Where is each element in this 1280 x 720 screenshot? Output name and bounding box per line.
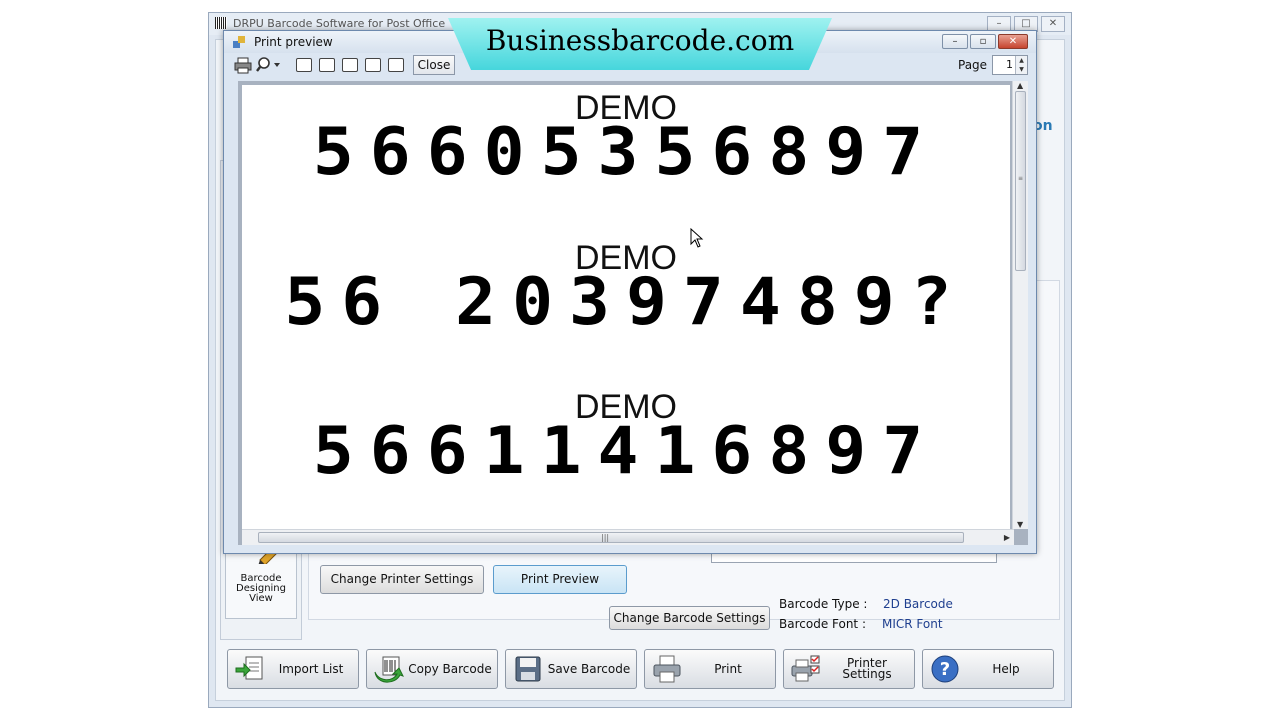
app-title: DRPU Barcode Software for Post Office: [233, 17, 446, 30]
print-preview-window: Print preview – ▫ ✕ Close Page 1 ▲ ▼ DEM…: [223, 30, 1037, 554]
save-barcode-button[interactable]: Save Barcode: [505, 649, 637, 689]
scroll-up-arrow-icon[interactable]: ▲: [1017, 81, 1023, 90]
help-label: Help: [992, 661, 1020, 676]
import-list-button[interactable]: Import List: [227, 649, 359, 689]
print-preview-icon: [233, 36, 245, 48]
barcode-digits: 56605356897: [312, 114, 940, 191]
print-label: Print: [714, 661, 742, 676]
printer-icon: [653, 655, 681, 683]
help-button[interactable]: ? Help: [922, 649, 1054, 689]
barcode-app-icon: [215, 17, 227, 29]
svg-text:?: ?: [940, 659, 950, 680]
copy-barcode-button[interactable]: Copy Barcode: [366, 649, 498, 689]
preview-close-window-button[interactable]: ✕: [998, 34, 1028, 49]
import-list-icon: [235, 656, 263, 680]
page-spin-arrows[interactable]: ▲ ▼: [1015, 56, 1027, 74]
six-pages-icon[interactable]: [388, 58, 404, 72]
barcode-type-value: 2D Barcode: [883, 597, 953, 611]
watermark-banner: Businessbarcode.com: [448, 18, 832, 70]
save-barcode-label: Save Barcode: [547, 661, 631, 676]
screen: DRPU Barcode Software for Post Office – …: [0, 0, 1280, 720]
barcode-font-label: Barcode Font :: [779, 617, 866, 631]
one-page-icon[interactable]: [296, 58, 312, 72]
horizontal-scroll-thumb[interactable]: |||: [258, 532, 964, 543]
import-list-label: Import List: [278, 661, 344, 676]
scroll-down-arrow-icon[interactable]: ▼: [1017, 520, 1023, 529]
vertical-scroll-thumb[interactable]: ≡: [1015, 91, 1026, 271]
preview-maximize-button[interactable]: ▫: [970, 34, 996, 49]
change-barcode-settings-button[interactable]: Change Barcode Settings: [609, 606, 770, 630]
save-icon: [515, 656, 541, 682]
close-icon: ✕: [1008, 36, 1018, 47]
print-button[interactable]: Print: [644, 649, 776, 689]
page-number-value: 1: [1006, 58, 1013, 71]
print-preview-button[interactable]: Print Preview: [493, 565, 627, 594]
app-close-button[interactable]: ✕: [1041, 16, 1065, 32]
printer-settings-button[interactable]: Printer Settings: [783, 649, 915, 689]
barcode-digits: 56 20397489?: [284, 264, 968, 341]
watermark-text: Businessbarcode.com: [485, 24, 795, 57]
barcode-font-value: MICR Font: [882, 617, 943, 631]
minimize-icon: –: [952, 36, 958, 47]
preview-window-controls: – ▫ ✕: [942, 34, 1028, 49]
horizontal-scrollbar[interactable]: ||| ▶: [242, 529, 1014, 545]
three-pages-icon[interactable]: [342, 58, 358, 72]
print-preview-title: Print preview: [254, 35, 333, 49]
four-pages-icon[interactable]: [365, 58, 381, 72]
help-icon: ?: [931, 655, 959, 683]
designing-view-label: Barcode Designing View: [236, 573, 286, 604]
printer-settings-label: Printer Settings: [842, 656, 892, 681]
printer-settings-icon: [791, 655, 820, 682]
copy-barcode-icon: [374, 656, 404, 683]
change-printer-settings-button[interactable]: Change Printer Settings: [320, 565, 484, 594]
page-number-input[interactable]: 1 ▲ ▼: [992, 55, 1028, 75]
preview-page: DEMO 56605356897 DEMO 56 20397489? DEMO …: [242, 85, 1010, 533]
print-icon[interactable]: [234, 56, 252, 74]
barcode-digits: 56611416897: [312, 413, 940, 490]
mouse-cursor-icon: [690, 228, 704, 248]
scroll-right-arrow-icon[interactable]: ▶: [1004, 533, 1010, 542]
two-pages-icon[interactable]: [319, 58, 335, 72]
bottom-toolbar: Import List Copy Barcode Save Barcode Pr…: [215, 639, 1065, 701]
barcode-type-label: Barcode Type :: [779, 597, 868, 611]
page-label: Page: [958, 58, 988, 72]
vertical-scrollbar[interactable]: ▲ ≡ ▼: [1012, 81, 1028, 529]
preview-minimize-button[interactable]: –: [942, 34, 968, 49]
zoom-icon[interactable]: [256, 56, 282, 74]
preview-canvas: DEMO 56605356897 DEMO 56 20397489? DEMO …: [238, 81, 1028, 545]
maximize-icon: ▫: [979, 36, 987, 47]
copy-barcode-label: Copy Barcode: [408, 661, 492, 676]
